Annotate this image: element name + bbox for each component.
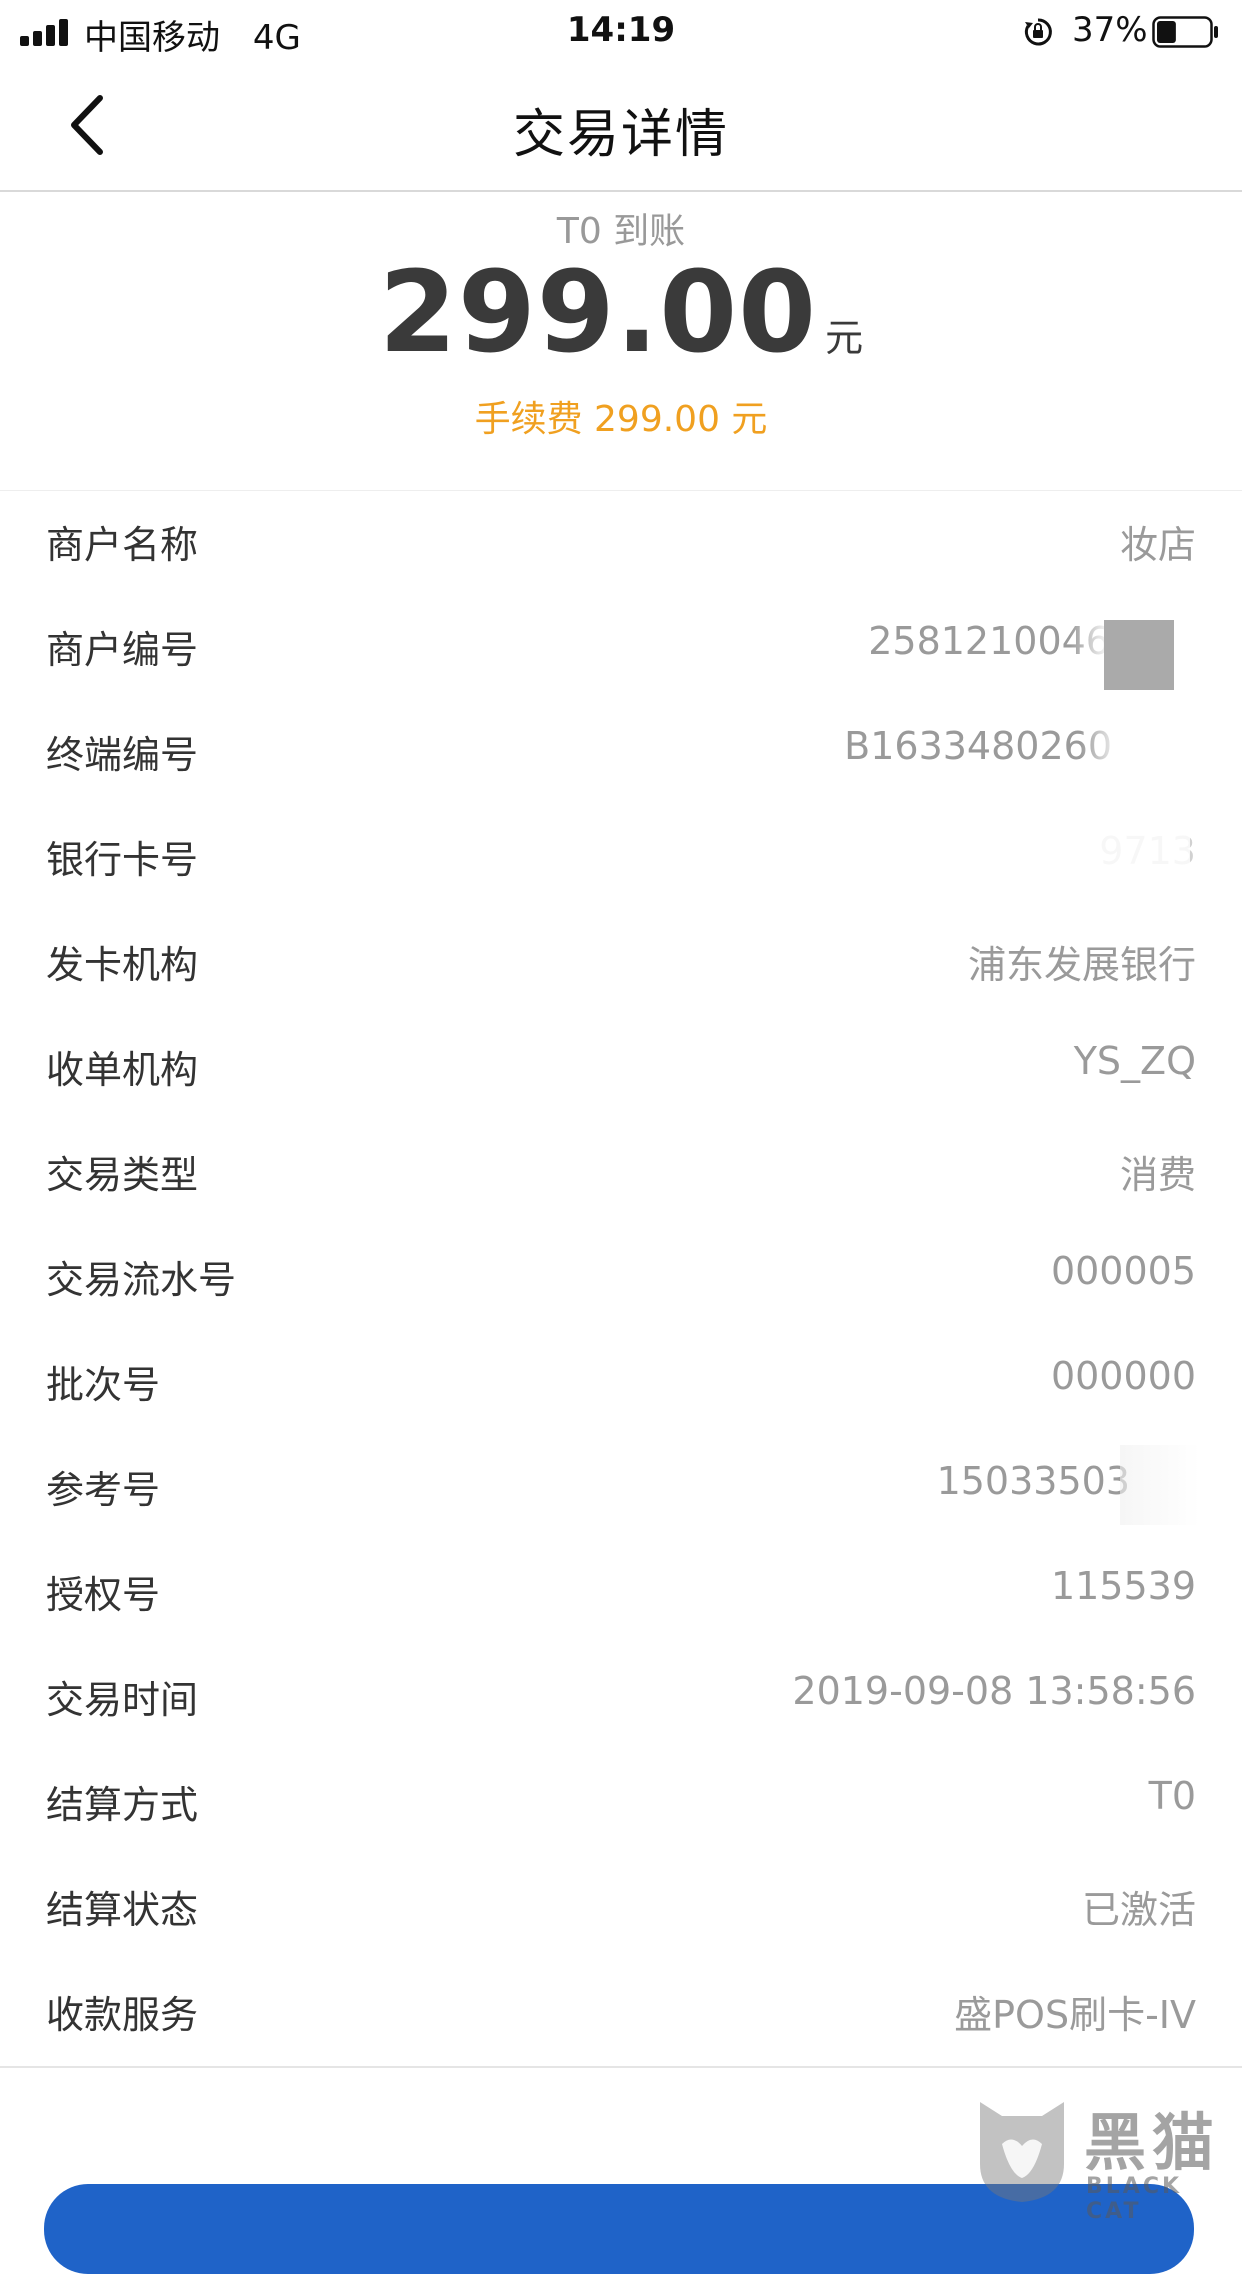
watermark-text-en: BLACK CAT: [1086, 2174, 1183, 2224]
redaction-blur: [960, 505, 1112, 585]
detail-row-transaction-time: 交易时间 2019-09-08 13:58:56: [0, 1647, 1242, 1752]
row-value: 妆店: [1119, 523, 1196, 567]
detail-row-batch-no: 批次号 000000: [0, 1332, 1242, 1437]
redaction-blur: [930, 815, 1190, 905]
page-title: 交易详情: [512, 105, 729, 165]
nav-bar: 交易详情: [0, 62, 1242, 192]
rotation-lock-icon: [1024, 18, 1052, 46]
status-bar: 中国移动 4G 14:19 37%: [0, 0, 1242, 62]
row-value: 115539: [1050, 1564, 1196, 1608]
amount-value: 299.00: [378, 248, 818, 378]
detail-row-settlement-method: 结算方式 T0: [0, 1752, 1242, 1857]
detail-row-issuer: 发卡机构 浦东发展银行: [0, 912, 1242, 1017]
detail-row-terminal-no: 终端编号 B1633480260: [0, 702, 1242, 807]
detail-row-auth-no: 授权号 115539: [0, 1542, 1242, 1647]
fee-text: 手续费 299.00 元: [474, 399, 768, 440]
row-value: 000000: [1050, 1354, 1196, 1398]
detail-row-reference-no: 参考号 15033503: [0, 1437, 1242, 1542]
row-label: 发卡机构: [46, 943, 199, 987]
redaction-blur: [1120, 1445, 1200, 1525]
detail-row-transaction-type: 交易类型 消费: [0, 1122, 1242, 1227]
detail-row-settlement-status: 结算状态 已激活: [0, 1857, 1242, 1962]
detail-row-serial-no: 交易流水号 000005: [0, 1227, 1242, 1332]
detail-row-payment-service: 收款服务 盛POS刷卡-IV: [0, 1962, 1242, 2067]
black-cat-logo-icon: [980, 2102, 1064, 2202]
row-label: 授权号: [46, 1573, 161, 1617]
row-label: 交易时间: [46, 1678, 199, 1722]
row-label: 交易类型: [46, 1153, 199, 1197]
detail-row-acquirer: 收单机构 YS_ZQ: [0, 1017, 1242, 1122]
row-label: 银行卡号: [46, 838, 199, 882]
divider: [0, 490, 1242, 491]
amount-unit: 元: [825, 316, 864, 360]
redaction-box: [1104, 620, 1174, 690]
row-label: 结算状态: [46, 1888, 199, 1932]
settlement-label: T0 到账: [556, 211, 686, 252]
row-label: 商户名称: [46, 523, 199, 567]
detail-row-merchant-no: 商户编号 2581210046: [0, 597, 1242, 702]
transaction-summary: T0 到账 299.00 元 手续费 299.00 元: [0, 192, 1242, 491]
row-value: 浦东发展银行: [967, 943, 1196, 987]
row-value: 15033503: [936, 1459, 1130, 1503]
row-label: 批次号: [46, 1363, 161, 1407]
row-label: 收款服务: [46, 1993, 199, 2037]
watermark-text-cn: 黑猫: [1084, 2106, 1221, 2179]
battery-icon: [1152, 16, 1218, 48]
detail-list: 商户名称 妆店 商户编号 2581210046 终端编号 B1633480260…: [0, 492, 1242, 2067]
row-value: YS_ZQ: [1073, 1039, 1196, 1083]
row-value: 已激活: [1081, 1888, 1196, 1932]
row-value: 盛POS刷卡-IV: [954, 1993, 1196, 2037]
row-value: 000005: [1050, 1249, 1196, 1293]
row-label: 结算方式: [46, 1783, 199, 1827]
row-label: 交易流水号: [46, 1258, 237, 1302]
divider: [0, 2066, 1242, 2068]
row-label: 收单机构: [46, 1048, 199, 1092]
redaction-blur: [1080, 715, 1200, 795]
row-label: 参考号: [46, 1468, 161, 1512]
battery-percent: 37%: [1072, 10, 1148, 50]
row-value: B1633480260: [844, 724, 1112, 768]
row-value: 消费: [1119, 1153, 1196, 1197]
row-label: 终端编号: [46, 733, 199, 777]
row-label: 商户编号: [46, 628, 199, 672]
clock: 14:19: [566, 10, 676, 50]
row-value: T0: [1148, 1774, 1196, 1818]
row-value: 2019-09-08 13:58:56: [792, 1669, 1196, 1713]
watermark: 黑猫 BLACK CAT: [968, 2090, 1242, 2224]
amount-display: 299.00 元: [0, 248, 1242, 378]
